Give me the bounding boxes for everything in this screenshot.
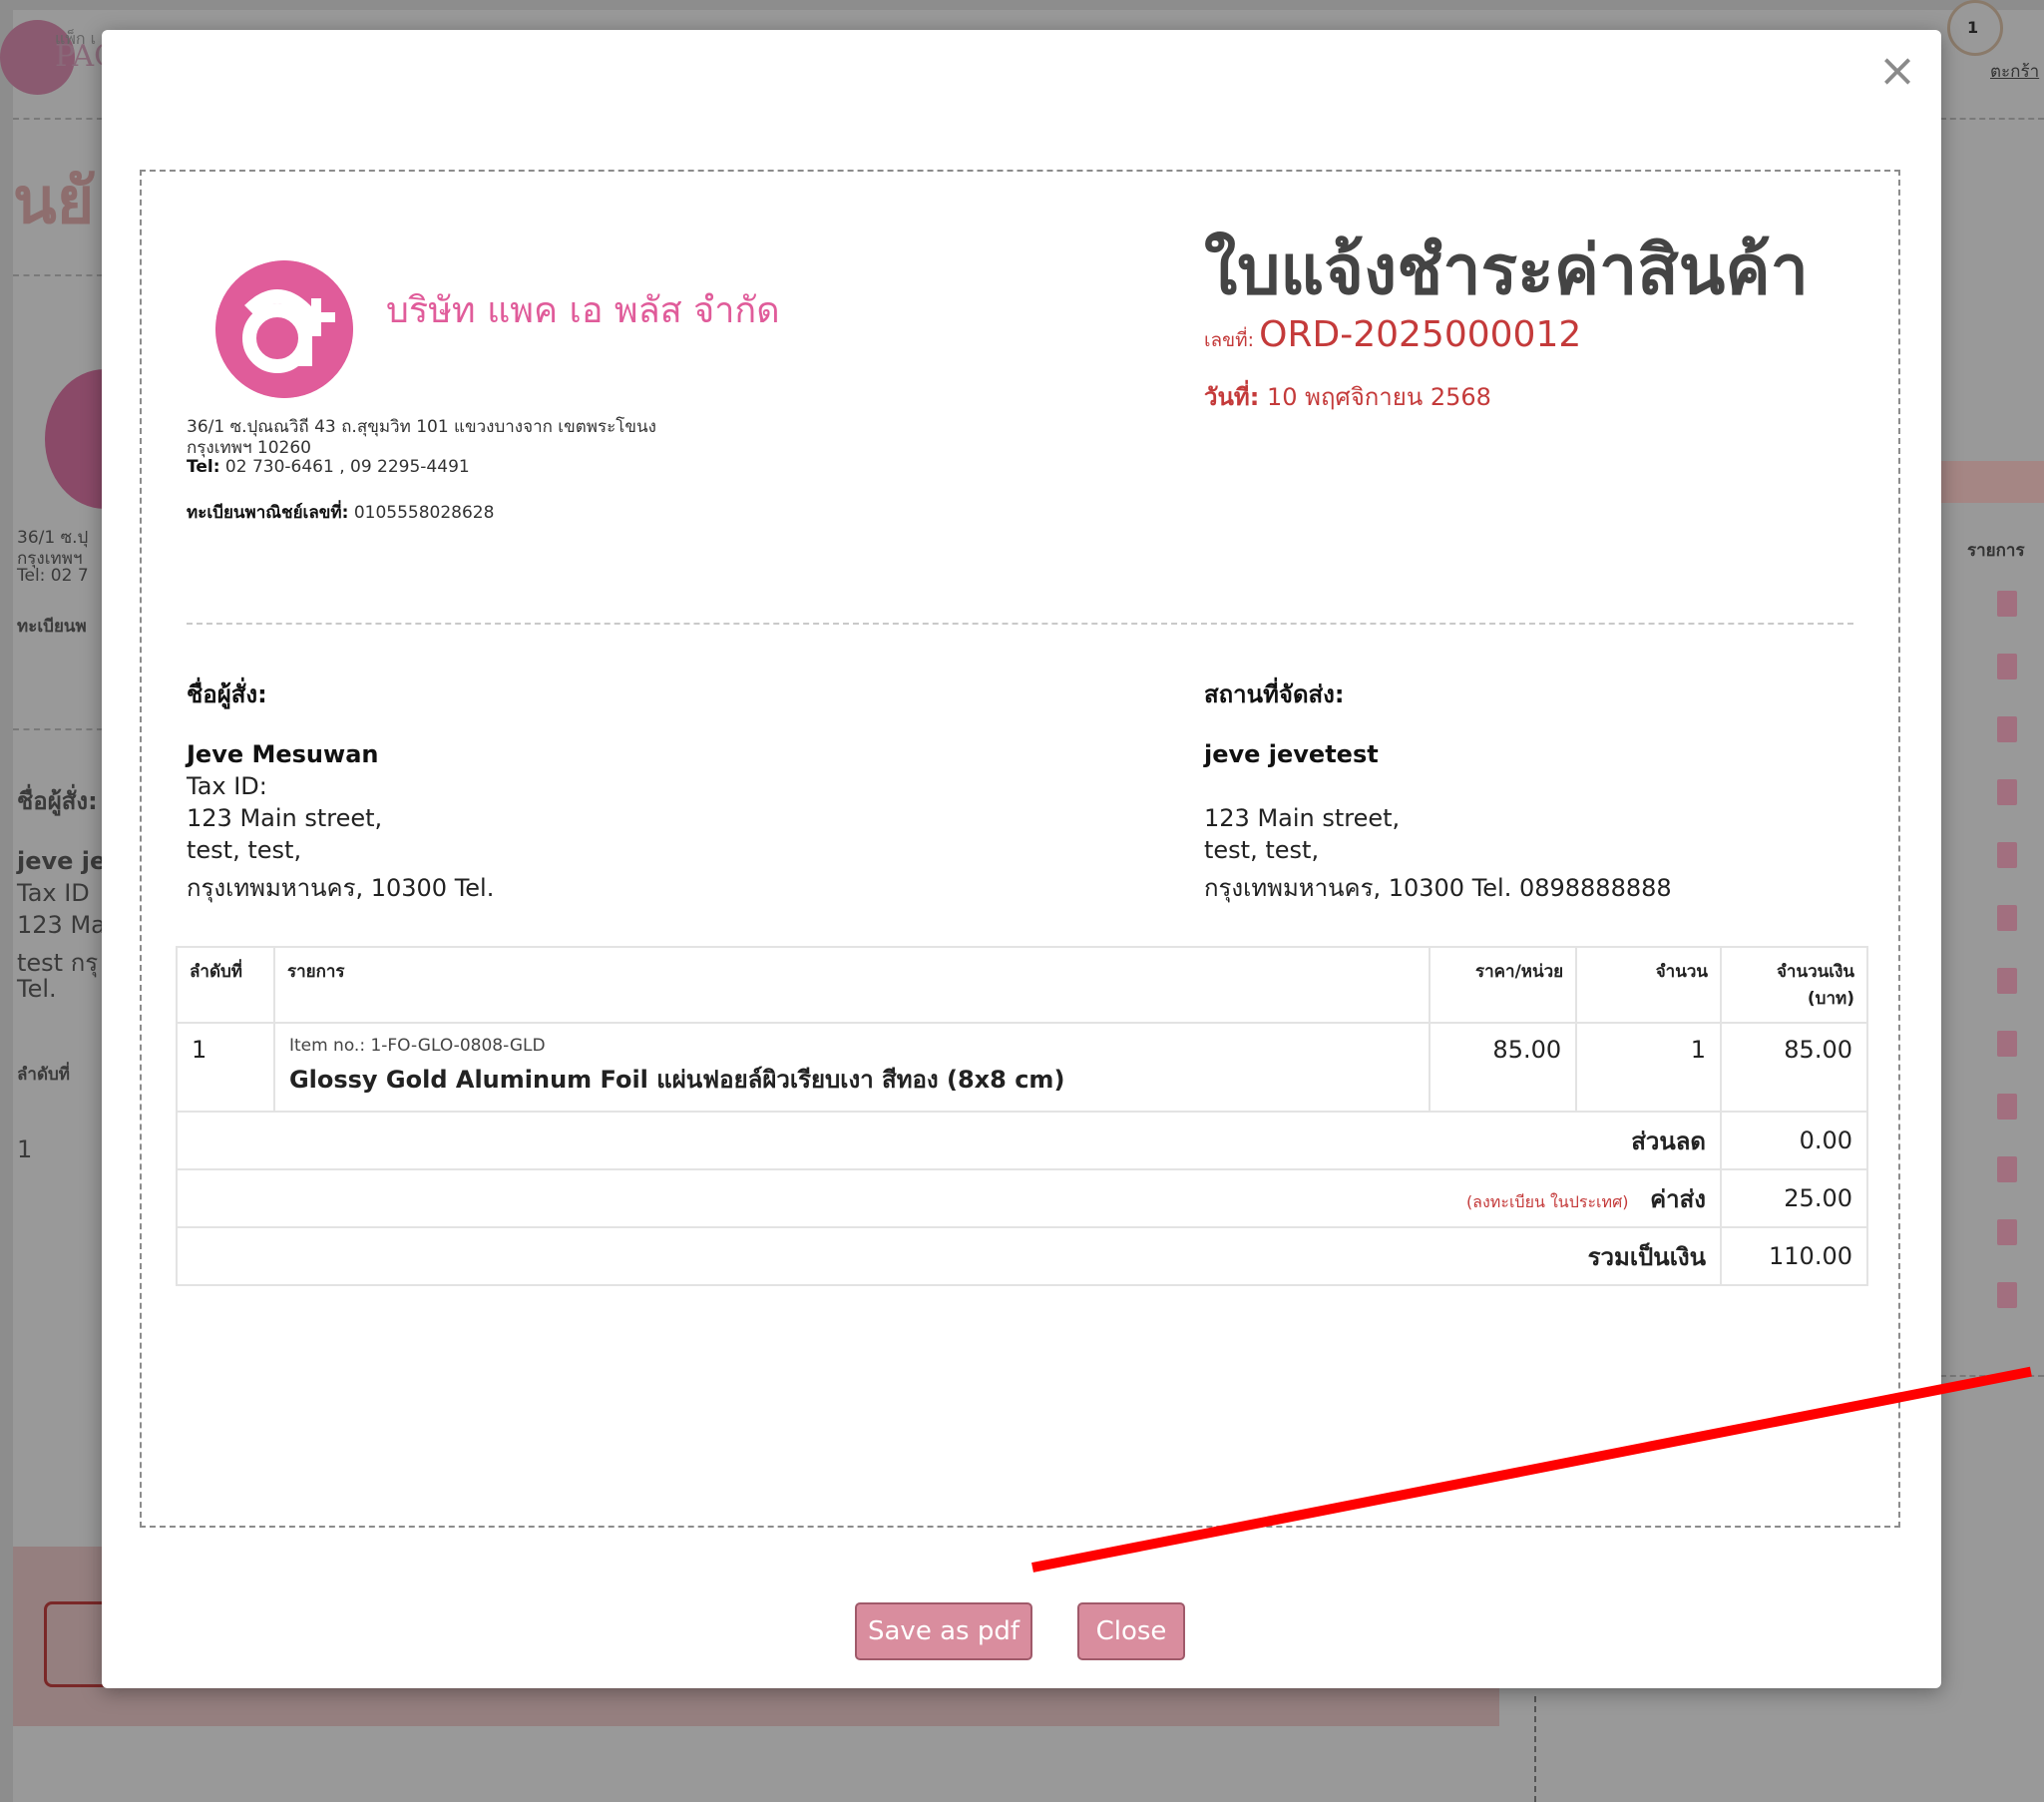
bg-tel: Tel: 02 7 [17, 566, 89, 586]
shipping-province: กรุงเทพมหานคร, 10300 Tel. 0898888888 [1204, 874, 1672, 902]
tel-value: 02 730-6461 , 09 2295-4491 [224, 457, 470, 477]
bg-divider [13, 118, 103, 120]
cart-count: 1 [1967, 18, 1979, 37]
document-icon[interactable] [1997, 716, 2017, 742]
bg-row-no: 1 [17, 1135, 33, 1163]
registration-label: ทะเบียนพาณิชย์เลขที่: [187, 503, 349, 523]
bg-col-no: ลำดับที่ [17, 1065, 71, 1085]
document-icon[interactable] [1997, 1282, 2017, 1308]
table-header-row: ลำดับที่ รายการ ราคา/หน่วย จำนวน จำนวนเง… [176, 946, 1868, 1024]
bg-reg: ทะเบียนพ [17, 617, 87, 637]
discount-label-cell: ส่วนลด [175, 1111, 1723, 1170]
document-date: วันที่: 10 พฤศจิกายน 2568 [1204, 377, 1491, 416]
col-amount-header: จำนวนเงิน (บาท) [1720, 946, 1868, 1024]
document-number: เลขที่: ORD-2025000012 [1204, 314, 1581, 355]
document-date-label: วันที่: [1204, 383, 1260, 411]
col-no-header: ลำดับที่ [176, 946, 275, 1024]
document-icon[interactable] [1997, 968, 2017, 994]
company-logo [215, 260, 353, 398]
invoice-document: บริษัท แพค เอ พลัส จำกัด 36/1 ซ.ปุณณวิถี… [140, 170, 1900, 1528]
bg-buyer-label: ชื่อผู้สั่ง: [17, 787, 98, 815]
buyer-city: test, test, [187, 836, 302, 864]
total-label: รวมเป็นเงิน [1587, 1242, 1707, 1271]
row-qty: 1 [1575, 1022, 1723, 1113]
shipping-fee-value: 25.00 [1720, 1168, 1868, 1228]
buyer-tax-id: Tax ID: [187, 772, 267, 800]
total-row: รวมเป็นเงิน 110.00 [175, 1226, 1868, 1286]
col-unit-price-header: ราคา/หน่วย [1429, 946, 1578, 1024]
shipping-city: test, test, [1204, 836, 1320, 864]
bg-buyer-name: jeve je [17, 847, 107, 875]
shipping-street: 123 Main street, [1204, 804, 1401, 832]
discount-label: ส่วนลด [1631, 1126, 1707, 1155]
shipping-name: jeve jevetest [1204, 740, 1379, 768]
col-amount-header-line1: จำนวนเงิน [1776, 962, 1854, 982]
col-qty-header: จำนวน [1575, 946, 1723, 1024]
shipping-fee-row: (ลงทะเบียน ในประเทศ) ค่าส่ง 25.00 [175, 1168, 1868, 1228]
bg-divider [13, 728, 103, 730]
company-tel: Tel: 02 730-6461 , 09 2295-4491 [187, 457, 470, 478]
company-name: บริษัท แพค เอ พลัส จำกัด [386, 290, 780, 331]
document-number-value: ORD-2025000012 [1259, 314, 1582, 355]
bg-buyer-tel: Tel. [17, 975, 57, 1003]
row-unit-price: 85.00 [1429, 1022, 1578, 1113]
company-registration: ทะเบียนพาณิชย์เลขที่: 0105558028628 [187, 503, 494, 524]
bg-pink-bar [1935, 461, 2044, 503]
company-address-2: กรุงเทพฯ 10260 [187, 438, 311, 458]
bg-right-col-header: รายการ [1967, 541, 2025, 561]
save-as-pdf-button[interactable]: Save as pdf [855, 1602, 1032, 1660]
row-amount: 85.00 [1720, 1022, 1868, 1113]
registration-value: 0105558028628 [353, 503, 495, 523]
buyer-heading: ชื่อผู้สั่ง: [187, 680, 267, 708]
shipping-note: (ลงทะเบียน ในประเทศ) [1465, 1191, 1629, 1211]
document-icon[interactable] [1997, 1156, 2017, 1182]
item-name: Glossy Gold Aluminum Foil แผ่นฟอยล์ผิวเร… [288, 1066, 1065, 1094]
buyer-province: กรุงเทพมหานคร, 10300 Tel. [187, 874, 495, 902]
bg-divider [1940, 118, 2044, 120]
buyer-name: Jeve Mesuwan [187, 740, 379, 768]
shipping-fee-label: ค่าส่ง [1650, 1184, 1707, 1213]
section-divider [187, 623, 1853, 625]
document-title: ใบแจ้งชำระค่าสินค้า [1204, 231, 1809, 310]
col-item-header: รายการ [272, 946, 1431, 1024]
cart-link[interactable]: ตะกร้า [1990, 58, 2039, 85]
close-icon[interactable]: × [1875, 47, 1919, 93]
discount-value: 0.00 [1720, 1111, 1868, 1170]
document-number-label: เลขที่: [1204, 329, 1255, 351]
bg-divider [1534, 1696, 1536, 1802]
tel-label: Tel: [187, 457, 220, 477]
company-address-1: 36/1 ซ.ปุณณวิถี 43 ถ.สุขุมวิท 101 แขวงบา… [187, 417, 656, 437]
total-label-cell: รวมเป็นเงิน [175, 1226, 1723, 1286]
total-value: 110.00 [1720, 1226, 1868, 1286]
document-icon[interactable] [1997, 1094, 2017, 1120]
bg-button[interactable] [44, 1601, 110, 1687]
bg-buyer-tax: Tax ID [17, 879, 90, 907]
document-icon[interactable] [1997, 779, 2017, 805]
col-amount-header-line2: (บาท) [1807, 989, 1854, 1009]
document-icon[interactable] [1997, 654, 2017, 679]
row-item: Item no.: 1-FO-GLO-0808-GLD Glossy Gold … [272, 1022, 1431, 1113]
document-icon[interactable] [1997, 905, 2017, 931]
bg-divider [13, 274, 103, 276]
items-table: ลำดับที่ รายการ ราคา/หน่วย จำนวน จำนวนเง… [175, 946, 1868, 1286]
buyer-street: 123 Main street, [187, 804, 383, 832]
shipping-fee-label-cell: (ลงทะเบียน ในประเทศ) ค่าส่ง [175, 1168, 1723, 1228]
row-no: 1 [176, 1022, 275, 1113]
bg-page-heading: นยั [13, 165, 95, 238]
document-icon[interactable] [1997, 1031, 2017, 1057]
discount-row: ส่วนลด 0.00 [175, 1111, 1868, 1170]
document-icon[interactable] [1997, 842, 2017, 868]
document-date-value: 10 พฤศจิกายน 2568 [1266, 383, 1491, 411]
document-icon[interactable] [1997, 1219, 2017, 1245]
table-row: 1 Item no.: 1-FO-GLO-0808-GLD Glossy Gol… [176, 1022, 1868, 1113]
shipping-heading: สถานที่จัดส่ง: [1204, 680, 1345, 708]
document-icon[interactable] [1997, 591, 2017, 617]
bg-buyer-street: 123 Ma [17, 911, 106, 939]
close-button[interactable]: Close [1077, 1602, 1185, 1660]
item-number: Item no.: 1-FO-GLO-0808-GLD [288, 1036, 546, 1056]
